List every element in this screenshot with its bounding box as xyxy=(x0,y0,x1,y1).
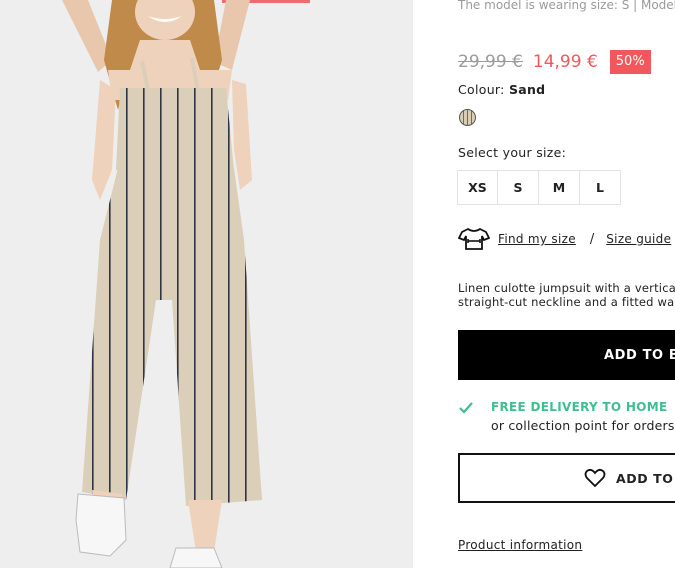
description-line: Linen culotte jumpsuit with a vertical s xyxy=(458,281,675,295)
product-info-panel: The model is wearing size: S | Model he … xyxy=(413,0,675,568)
description-line: straight-cut neckline and a fitted wais xyxy=(458,295,675,309)
tshirt-measure-icon xyxy=(458,227,490,250)
size-help-row: Find my size / Size guide xyxy=(458,227,671,251)
size-button-l[interactable]: L xyxy=(580,170,621,205)
size-button-m[interactable]: M xyxy=(539,170,580,205)
size-select-title: Select your size: xyxy=(458,145,567,160)
price-row: 29,99 € 14,99 € 50% xyxy=(458,49,651,75)
free-delivery-title: FREE DELIVERY TO HOME xyxy=(491,400,668,414)
colour-label: Colour: xyxy=(458,82,505,97)
size-guide-link[interactable]: Size guide xyxy=(606,232,671,246)
add-to-bag-label: ADD TO BA xyxy=(604,347,675,363)
find-my-size-link[interactable]: Find my size xyxy=(498,232,576,246)
colour-value: Sand xyxy=(508,82,546,97)
link-separator: / xyxy=(589,231,595,247)
add-to-bag-button[interactable]: ADD TO BA xyxy=(458,330,675,380)
sand-stripe-swatch[interactable] xyxy=(459,109,476,126)
product-image[interactable] xyxy=(0,0,413,568)
size-button-xs[interactable]: XS xyxy=(457,170,498,205)
delivery-subtext: or collection point for orders o xyxy=(491,418,675,433)
model-illustration xyxy=(62,0,262,568)
size-button-s[interactable]: S xyxy=(498,170,539,205)
check-icon xyxy=(459,402,473,414)
sale-price: 14,99 € xyxy=(532,52,598,72)
model-size-note: The model is wearing size: S | Model he xyxy=(458,0,675,12)
old-price: 29,99 € xyxy=(458,52,523,72)
heart-icon xyxy=(584,468,606,488)
size-selector: XS S M L xyxy=(457,170,621,205)
add-to-wishlist-label: ADD TO W xyxy=(616,470,675,486)
product-information-link[interactable]: Product information xyxy=(458,538,582,552)
colour-label-row: Colour: Sand xyxy=(458,82,545,97)
add-to-wishlist-button[interactable]: ADD TO W xyxy=(458,453,675,503)
product-description: Linen culotte jumpsuit with a vertical s… xyxy=(458,281,675,309)
discount-badge: 50% xyxy=(609,50,651,74)
